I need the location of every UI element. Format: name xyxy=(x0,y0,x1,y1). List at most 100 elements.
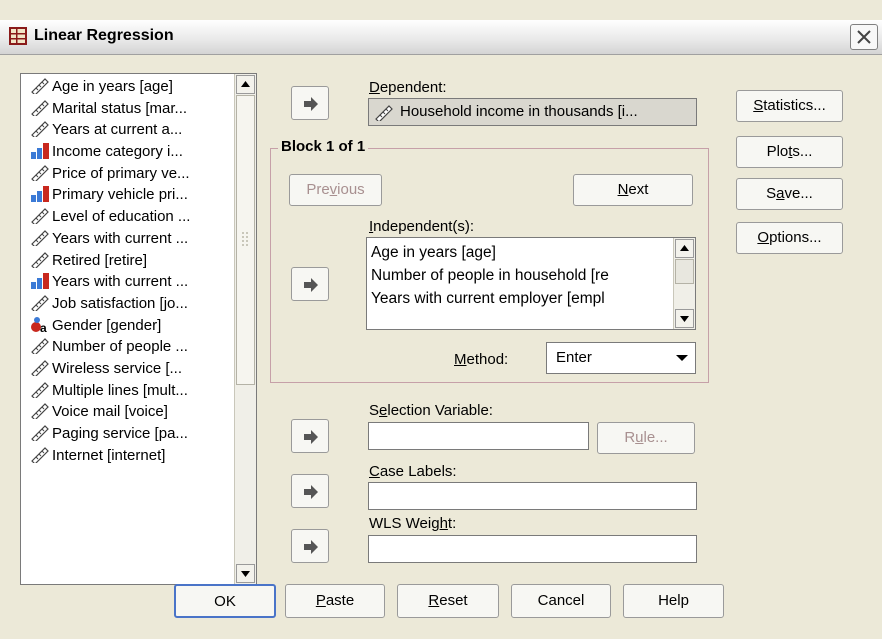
variable-label: Years at current a... xyxy=(52,121,183,139)
close-icon xyxy=(857,30,871,44)
save-button[interactable]: Save... xyxy=(736,178,843,210)
source-list-scrollbar[interactable] xyxy=(234,74,256,584)
variable-item[interactable]: Primary vehicle pri... xyxy=(21,184,229,206)
variable-item[interactable]: Voice mail [voice] xyxy=(21,401,229,423)
move-to-case-labels-button[interactable] xyxy=(291,474,329,508)
wls-weight-field[interactable] xyxy=(368,535,697,563)
method-label: Method: xyxy=(454,351,509,368)
variable-item[interactable]: Wireless service [... xyxy=(21,358,229,380)
dependent-field[interactable]: Household income in thousands [i... xyxy=(368,98,697,126)
ordinal-icon xyxy=(30,272,50,290)
scroll-down-button[interactable] xyxy=(236,564,255,583)
variable-label: Level of education ... xyxy=(52,208,191,226)
title-bar[interactable]: Linear Regression xyxy=(0,20,882,55)
scale-icon xyxy=(30,424,50,443)
move-to-dependent-button[interactable] xyxy=(291,86,329,120)
variable-item[interactable]: Marital status [mar... xyxy=(21,98,229,120)
scale-icon xyxy=(30,337,50,357)
scroll-thumb[interactable] xyxy=(236,95,255,385)
scale-icon xyxy=(30,294,50,313)
variable-item[interactable]: Paging service [pa... xyxy=(21,423,229,445)
variable-item[interactable]: Age in years [age] xyxy=(21,76,229,98)
case-labels-label: Case Labels: xyxy=(369,463,457,480)
variable-item[interactable]: Years with current ... xyxy=(21,271,229,293)
scale-icon xyxy=(30,207,50,226)
scale-icon xyxy=(30,164,50,183)
scale-icon xyxy=(375,105,393,121)
variable-label: Marital status [mar... xyxy=(52,99,188,117)
independent-item[interactable]: Number of people in household [re xyxy=(371,264,671,287)
options-button[interactable]: Options... xyxy=(736,222,843,254)
move-to-wls-button[interactable] xyxy=(291,529,329,563)
variable-label: Gender [gender] xyxy=(52,316,162,334)
variable-item[interactable]: Price of primary ve... xyxy=(21,163,229,185)
right-arrow-icon xyxy=(304,430,318,444)
triangle-up-icon xyxy=(241,81,250,87)
scroll-thumb[interactable] xyxy=(675,259,694,284)
dependent-label-rest: ependent: xyxy=(379,79,447,96)
independents-scrollbar[interactable] xyxy=(673,238,695,329)
paste-button[interactable]: Paste xyxy=(285,584,385,618)
variable-label: Multiple lines [mult... xyxy=(52,381,188,399)
scroll-down-button[interactable] xyxy=(675,309,694,328)
variable-item[interactable]: Income category i... xyxy=(21,141,229,163)
variable-label: Price of primary ve... xyxy=(52,164,190,182)
plots-button[interactable]: Plots... xyxy=(736,136,843,168)
variable-item[interactable]: Years with current ... xyxy=(21,228,229,250)
independent-item[interactable]: Years with current employer [empl xyxy=(371,287,671,310)
scale-icon xyxy=(30,99,50,118)
selection-variable-label: Selection Variable: xyxy=(369,402,493,419)
right-arrow-icon xyxy=(304,97,318,111)
variable-item[interactable]: a Gender [gender] xyxy=(21,315,229,337)
right-arrow-icon xyxy=(304,485,318,499)
cancel-button[interactable]: Cancel xyxy=(511,584,611,618)
variable-item[interactable]: Multiple lines [mult... xyxy=(21,380,229,402)
variable-label: Voice mail [voice] xyxy=(52,403,168,421)
independents-list[interactable]: Age in years [age] Number of people in ho… xyxy=(366,237,696,330)
variable-label: Years with current ... xyxy=(52,229,189,247)
reset-button[interactable]: Reset xyxy=(397,584,499,618)
scroll-up-button[interactable] xyxy=(675,239,694,258)
scroll-up-button[interactable] xyxy=(236,75,255,94)
variable-label: Income category i... xyxy=(52,143,183,161)
statistics-button[interactable]: Statistics... xyxy=(736,90,843,122)
triangle-down-icon xyxy=(241,571,250,577)
move-to-independents-button[interactable] xyxy=(291,267,329,301)
scale-icon xyxy=(30,359,50,378)
close-button[interactable] xyxy=(850,24,878,50)
variable-item[interactable]: Job satisfaction [jo... xyxy=(21,293,229,315)
triangle-up-icon xyxy=(680,245,689,251)
variable-item[interactable]: Internet [internet] xyxy=(21,445,229,467)
move-to-selection-button[interactable] xyxy=(291,419,329,453)
grip-icon xyxy=(242,232,248,246)
variable-label: Number of people ... xyxy=(52,338,188,356)
variable-item[interactable]: Number of people ... xyxy=(21,336,229,358)
variable-label: Years with current ... xyxy=(52,273,189,291)
source-variable-list[interactable]: Age in years [age] Marital status [mar...… xyxy=(20,73,257,585)
case-labels-field[interactable] xyxy=(368,482,697,510)
variable-item[interactable]: Years at current a... xyxy=(21,119,229,141)
method-select[interactable]: Enter xyxy=(546,342,696,374)
variable-item[interactable]: Level of education ... xyxy=(21,206,229,228)
right-arrow-icon xyxy=(304,540,318,554)
selection-variable-field[interactable] xyxy=(368,422,589,450)
scale-icon xyxy=(30,402,50,422)
variable-items: Age in years [age] Marital status [mar...… xyxy=(21,76,229,466)
rule-button[interactable]: Rule... xyxy=(597,422,695,454)
dependent-label: Dependent: xyxy=(369,79,447,96)
variable-label: Internet [internet] xyxy=(52,446,166,464)
previous-button[interactable]: Previous xyxy=(289,174,382,206)
scale-icon xyxy=(30,446,50,465)
scale-icon xyxy=(30,381,50,400)
variable-label: Wireless service [... xyxy=(52,359,183,377)
next-button[interactable]: Next xyxy=(573,174,693,206)
nominal-icon: a xyxy=(30,316,50,335)
wls-weight-label: WLS Weight: xyxy=(369,515,457,532)
independent-item[interactable]: Age in years [age] xyxy=(371,241,671,264)
variable-label: Paging service [pa... xyxy=(52,425,188,442)
ok-button[interactable]: OK xyxy=(174,584,276,618)
help-button[interactable]: Help xyxy=(623,584,724,618)
scale-icon xyxy=(30,120,50,140)
block-legend: Block 1 of 1 xyxy=(278,138,369,155)
variable-item[interactable]: Retired [retire] xyxy=(21,250,229,272)
